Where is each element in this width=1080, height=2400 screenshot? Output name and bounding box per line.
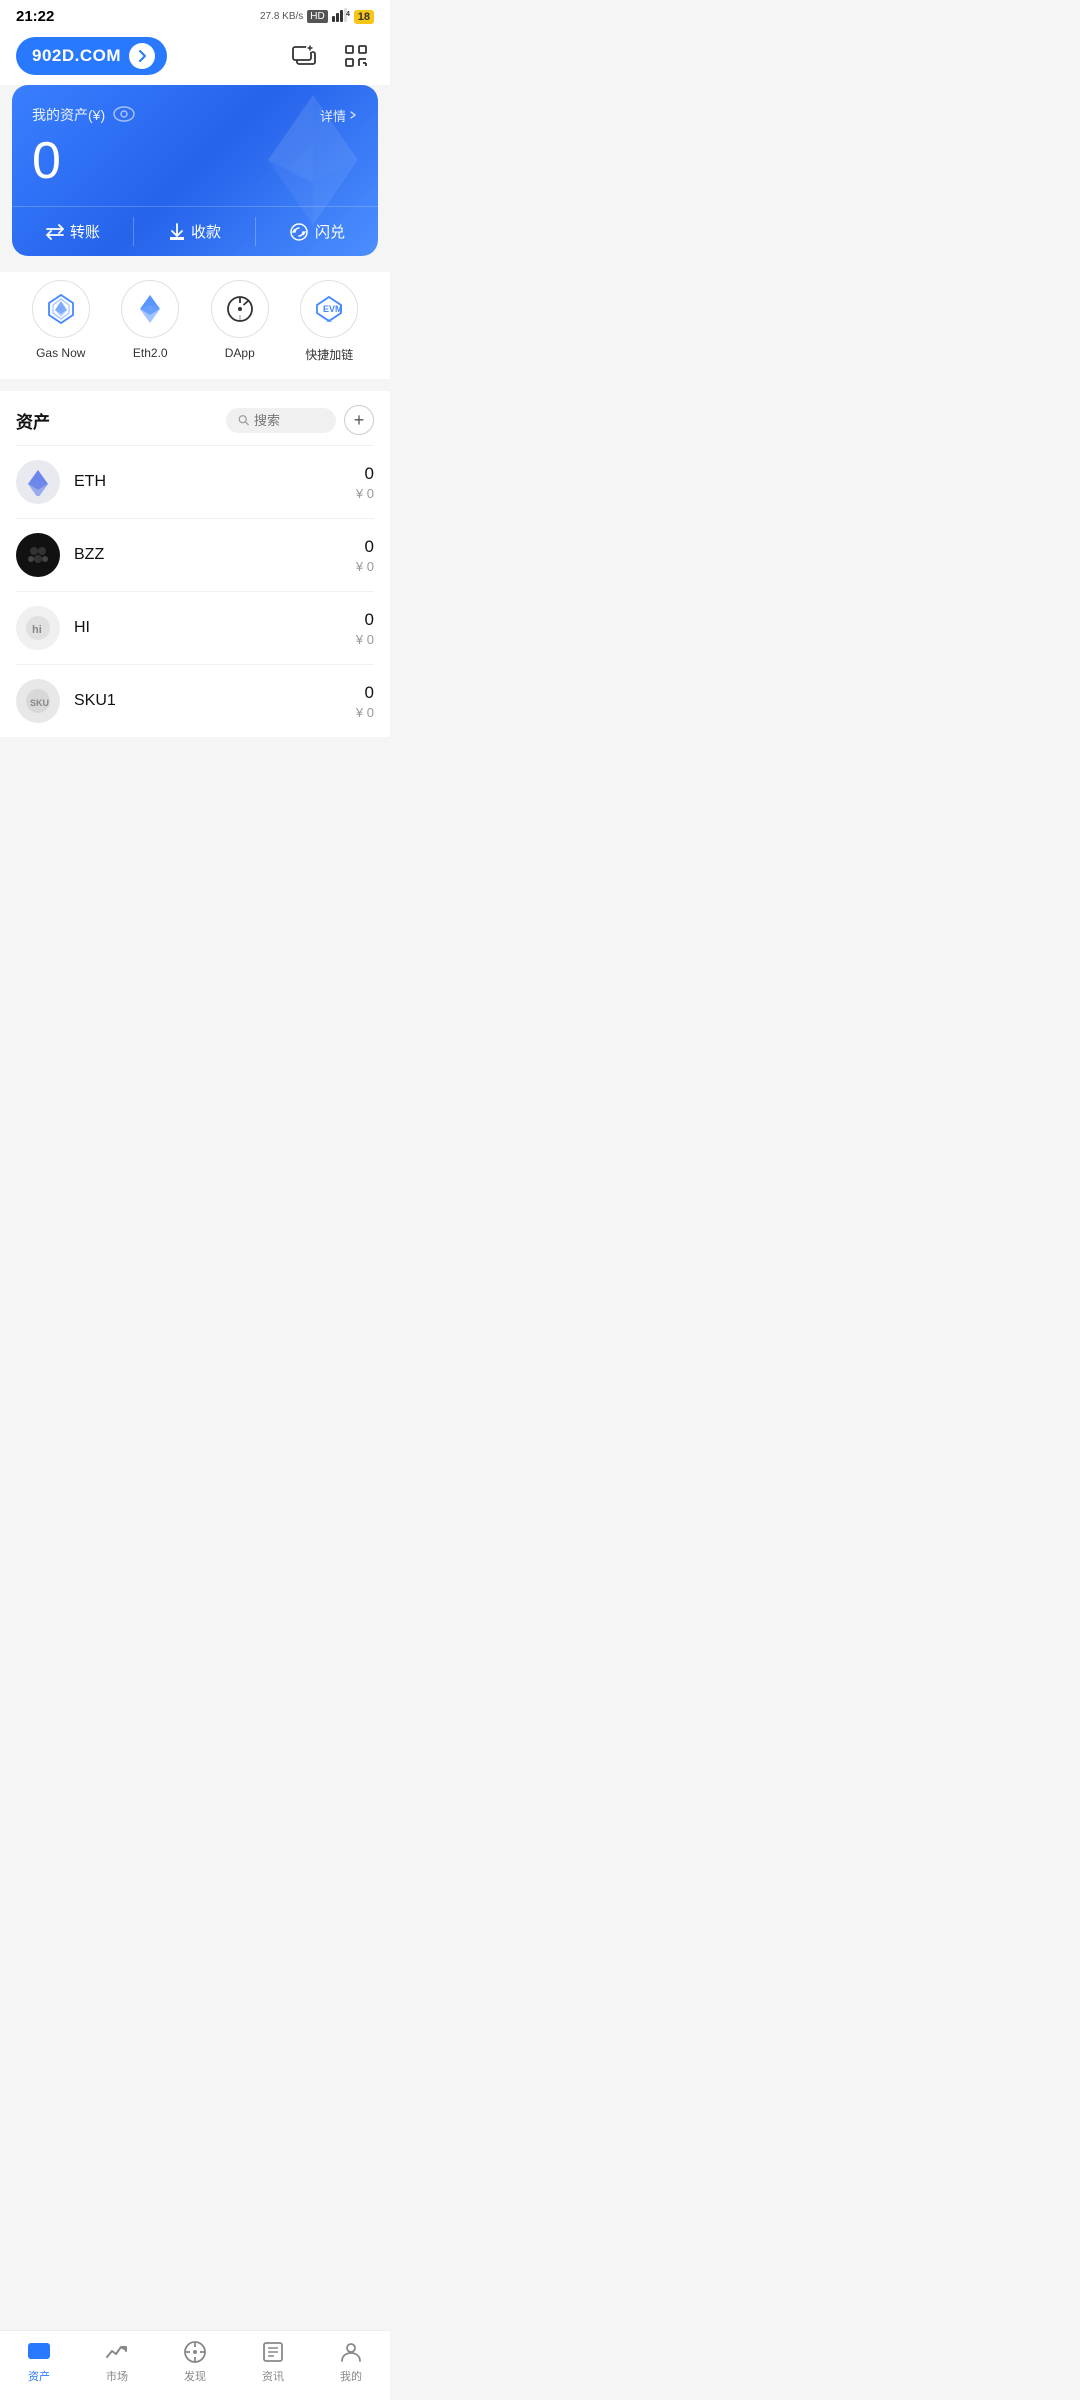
bzz-cny: ¥ 0 [356,559,374,574]
quick-item-gas-now[interactable]: Gas Now [32,280,90,363]
nav-tab-discover[interactable]: 发现 [165,2339,225,2384]
hi-value: 0 ¥ 0 [356,610,374,647]
gas-now-icon-wrap [32,280,90,338]
discover-nav-label: 发现 [184,2368,206,2384]
transfer-button[interactable]: 转账 [12,207,134,256]
gas-now-label: Gas Now [36,346,85,360]
transfer-label: 转账 [70,221,100,242]
sku1-name: SKU1 [74,692,356,710]
sku1-cny: ¥ 0 [356,705,374,720]
svg-text:hi: hi [32,624,42,636]
eth2-icon-wrap [121,280,179,338]
search-bar: + [226,405,374,435]
assets-nav-icon [26,2339,52,2365]
quick-item-dapp[interactable]: DApp [211,280,269,363]
nav-action-icons [286,38,374,74]
status-bar: 21:22 27.8 KB/s HD 4G 18 [0,0,390,29]
hi-amount: 0 [356,610,374,630]
asset-row-bzz[interactable]: BZZ 0 ¥ 0 [16,518,374,591]
svg-text:SKU: SKU [30,698,49,708]
eth-value: 0 ¥ 0 [356,464,374,501]
svg-text:4G: 4G [346,11,350,18]
status-icons: 27.8 KB/s HD 4G 18 [260,8,374,25]
exchange-label: 闪兑 [315,221,345,242]
receive-button[interactable]: 收款 [134,207,256,256]
profile-nav-label: 我的 [340,2368,362,2384]
quick-item-add-chain[interactable]: EVM 快捷加链 [300,280,358,363]
battery-status: 18 [354,10,374,24]
nav-tab-assets[interactable]: 资产 [9,2339,69,2384]
hi-icon: hi [16,606,60,650]
discover-nav-icon [182,2339,208,2365]
asset-card: 我的资产(¥) 详情 0 转账 [12,85,378,256]
exchange-button[interactable]: 闪兑 [256,207,378,256]
hi-cny: ¥ 0 [356,632,374,647]
add-chain-label: 快捷加链 [305,346,353,363]
bzz-icon [16,533,60,577]
assets-title: 资产 [16,408,50,433]
sku1-amount: 0 [356,683,374,703]
receive-label: 收款 [191,221,221,242]
speed-indicator: 27.8 KB/s [260,11,303,22]
svg-text:EVM: EVM [323,304,343,314]
eth-cny: ¥ 0 [356,486,374,501]
news-nav-icon [260,2339,286,2365]
assets-header: 资产 + [16,391,374,445]
asset-row-hi[interactable]: hi HI 0 ¥ 0 [16,591,374,664]
hi-name: HI [74,619,356,637]
network-icon: 4G [332,8,350,25]
nav-tab-profile[interactable]: 我的 [321,2339,381,2384]
add-wallet-button[interactable] [286,38,322,74]
add-chain-icon-wrap: EVM [300,280,358,338]
market-nav-icon [104,2339,130,2365]
eth-name: ETH [74,473,356,491]
bzz-name: BZZ [74,546,356,564]
eth-amount: 0 [356,464,374,484]
quick-access-grid: Gas Now Eth2.0 [0,272,390,379]
quick-item-eth2[interactable]: Eth2.0 [121,280,179,363]
bzz-amount: 0 [356,537,374,557]
visibility-icon[interactable] [113,106,135,125]
asset-label: 我的资产(¥) [32,105,135,125]
profile-nav-icon [338,2339,364,2365]
assets-section: 资产 + [0,391,390,737]
nav-tab-news[interactable]: 资讯 [243,2339,303,2384]
assets-nav-label: 资产 [28,2368,50,2384]
status-time: 21:22 [16,8,54,25]
scan-button[interactable] [338,38,374,74]
brand-arrow-icon [129,43,155,69]
eth-icon [16,460,60,504]
search-icon [238,413,249,427]
sku1-icon: SKU [16,679,60,723]
top-navigation: 902D.COM [0,29,390,85]
nav-tab-market[interactable]: 市场 [87,2339,147,2384]
eth2-label: Eth2.0 [133,346,168,360]
bzz-value: 0 ¥ 0 [356,537,374,574]
brand-text: 902D.COM [32,46,121,66]
asset-row-eth[interactable]: ETH 0 ¥ 0 [16,445,374,518]
dapp-label: DApp [225,346,255,360]
news-nav-label: 资讯 [262,2368,284,2384]
asset-row-sku1[interactable]: SKU SKU1 0 ¥ 0 [16,664,374,737]
add-asset-button[interactable]: + [344,405,374,435]
sku1-value: 0 ¥ 0 [356,683,374,720]
dapp-icon-wrap [211,280,269,338]
market-nav-label: 市场 [106,2368,128,2384]
card-actions: 转账 收款 闪兑 [12,206,378,256]
asset-label-text: 我的资产(¥) [32,105,105,125]
search-input[interactable] [254,413,324,428]
brand-button[interactable]: 902D.COM [16,37,167,75]
search-input-wrap[interactable] [226,408,336,433]
asset-list: ETH 0 ¥ 0 BZZ [16,445,374,737]
bottom-navigation: 资产 市场 发现 [0,2330,390,2400]
hd-badge: HD [307,10,327,23]
